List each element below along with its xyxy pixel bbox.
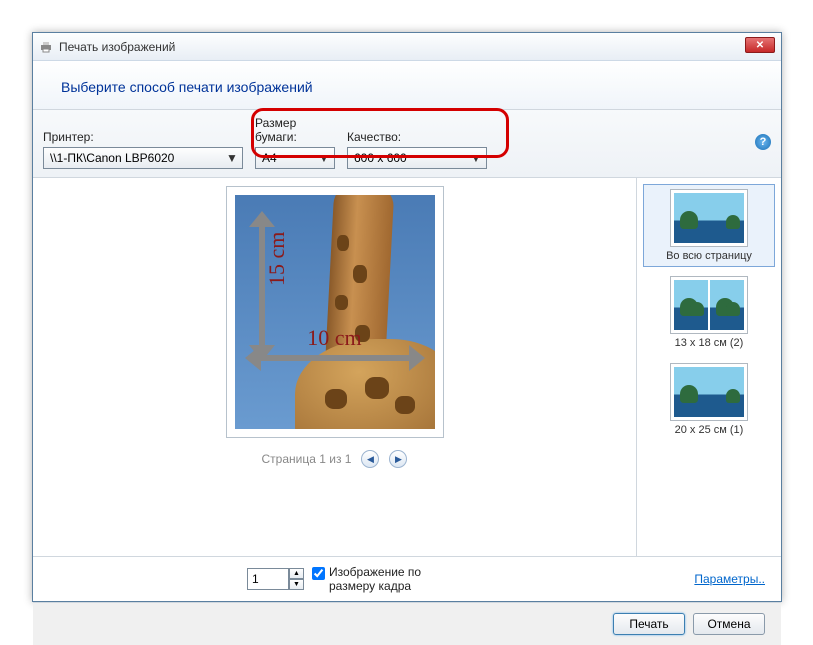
chevron-down-icon: ▼: [224, 150, 240, 166]
titlebar: Печать изображений ✕: [33, 33, 781, 61]
spin-down-button[interactable]: ▼: [289, 579, 304, 590]
copies-input[interactable]: [247, 568, 289, 590]
parameters-link[interactable]: Параметры..: [694, 572, 765, 586]
printer-combo[interactable]: \\1-ПК\Canon LBP6020 ▼: [43, 147, 243, 169]
layout-20x25[interactable]: 20 x 25 см (1): [643, 358, 775, 441]
layout-13x18[interactable]: 13 x 18 см (2): [643, 271, 775, 354]
pager: Страница 1 из 1 ◀ ▶: [262, 450, 408, 468]
layout-full-page[interactable]: Во всю страницу: [643, 184, 775, 267]
layout-label: 20 x 25 см (1): [675, 424, 744, 436]
paper-value: A4: [262, 151, 277, 165]
toolbar: Принтер: \\1-ПК\Canon LBP6020 ▼ Размер б…: [33, 109, 781, 178]
header-text: Выберите способ печати изображений: [61, 79, 753, 95]
quality-label: Качество:: [347, 130, 487, 144]
footer: Печать Отмена: [33, 602, 781, 645]
header: Выберите способ печати изображений: [33, 61, 781, 109]
window-title: Печать изображений: [59, 40, 175, 54]
chevron-down-icon: ▼: [316, 150, 332, 166]
print-button[interactable]: Печать: [613, 613, 685, 635]
preview-pane: 15 cm 10 cm Страница 1 из 1 ◀ ▶: [33, 178, 636, 556]
pager-text: Страница 1 из 1: [262, 452, 352, 466]
height-label: 15 cm: [264, 232, 290, 286]
layout-label: 13 x 18 см (2): [675, 337, 744, 349]
spin-up-button[interactable]: ▲: [289, 568, 304, 579]
fit-checkbox[interactable]: [312, 567, 325, 580]
cancel-button[interactable]: Отмена: [693, 613, 765, 635]
printer-icon: [39, 40, 53, 54]
quality-combo[interactable]: 600 x 600 ▼: [347, 147, 487, 169]
quality-value: 600 x 600: [354, 151, 407, 165]
printer-label: Принтер:: [43, 130, 243, 144]
next-page-button[interactable]: ▶: [389, 450, 407, 468]
width-label: 10 cm: [245, 325, 425, 351]
print-dialog: Печать изображений ✕ Выберите способ печ…: [32, 32, 782, 602]
fit-label: Изображение по размеру кадра: [329, 565, 439, 594]
width-arrow: 10 cm: [245, 345, 425, 371]
content: 15 cm 10 cm Страница 1 из 1 ◀ ▶ Во всю с…: [33, 178, 781, 556]
layout-label: Во всю страницу: [666, 250, 752, 262]
chevron-down-icon: ▼: [468, 150, 484, 166]
paper-combo[interactable]: A4 ▼: [255, 147, 335, 169]
paper-label: Размер бумаги:: [255, 116, 335, 144]
prev-page-button[interactable]: ◀: [361, 450, 379, 468]
photo: 15 cm 10 cm: [235, 195, 435, 429]
copies-spinner[interactable]: ▲ ▼: [247, 568, 304, 590]
options-bar: ▲ ▼ Изображение по размеру кадра Парамет…: [33, 556, 781, 602]
close-button[interactable]: ✕: [745, 37, 775, 53]
layouts-panel: Во всю страницу 13 x 18 см (2) 20 x 25 с…: [636, 178, 781, 556]
page-preview: 15 cm 10 cm: [226, 186, 444, 438]
printer-value: \\1-ПК\Canon LBP6020: [50, 151, 174, 165]
help-icon[interactable]: ?: [755, 134, 771, 150]
